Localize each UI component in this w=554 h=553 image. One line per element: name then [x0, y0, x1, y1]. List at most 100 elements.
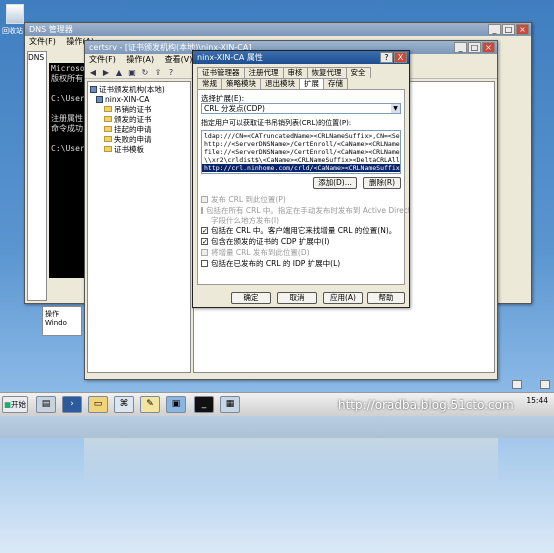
- tab-exit-module[interactable]: 退出模块: [260, 78, 300, 89]
- checkbox-checked-icon[interactable]: ✓: [201, 227, 208, 235]
- certsrv-tree-pane[interactable]: 证书颁发机构(本地) ninx-XIN-CA 吊销的证书 颁发的证书 挂起的申请…: [87, 81, 191, 373]
- minimize-icon[interactable]: _: [454, 42, 467, 53]
- dialog-close-button[interactable]: X: [394, 52, 407, 63]
- certificate-icon[interactable]: ✎: [140, 396, 160, 413]
- folder-icon: [104, 146, 112, 152]
- behind-window-fragment: 操作 Windo: [42, 306, 82, 336]
- add-location-button[interactable]: 添加(D)...: [313, 177, 357, 189]
- checkbox-icon: [201, 249, 208, 256]
- powershell-icon[interactable]: ›: [62, 396, 82, 413]
- tree-folder-pending[interactable]: 挂起的申请: [90, 124, 188, 134]
- tab-audit[interactable]: 审核: [282, 67, 308, 78]
- folder-icon: [104, 126, 112, 132]
- tab-recovery-agent[interactable]: 恢复代理: [306, 67, 347, 78]
- option-checkbox-row[interactable]: ✓ 包括在 CRL 中。客户端用它来找增量 CRL 的位置(N)。: [201, 225, 401, 236]
- checkbox-checked-icon[interactable]: ✓: [201, 238, 208, 246]
- start-button[interactable]: ■开始: [2, 396, 28, 413]
- dns-title-bar[interactable]: DNS 管理器 _ □ ×: [25, 23, 531, 36]
- ok-button[interactable]: 确定: [231, 292, 271, 304]
- certsrv-icon[interactable]: ▦: [220, 396, 240, 413]
- dns-tree-root[interactable]: DNS: [28, 52, 46, 62]
- explorer-icon[interactable]: ▭: [88, 396, 108, 413]
- forward-icon[interactable]: ▶: [101, 68, 111, 77]
- maximize-icon[interactable]: □: [502, 24, 515, 35]
- remote-desktop-icon[interactable]: ▣: [166, 396, 186, 413]
- tab-storage[interactable]: 存储: [323, 78, 348, 89]
- apply-button[interactable]: 应用(A): [323, 292, 363, 304]
- tray-icon-2[interactable]: [540, 380, 550, 389]
- dns-tree-pane[interactable]: DNS: [27, 51, 47, 301]
- crl-location-item[interactable]: http://<ServerDNSName>/CertEnroll/<CaNam…: [202, 140, 400, 148]
- help-button[interactable]: ?: [380, 52, 393, 63]
- behind-text-action: 操作: [45, 310, 59, 318]
- tree-folder-issued[interactable]: 颁发的证书: [90, 114, 188, 124]
- extension-select[interactable]: CRL 分发点(CDP) ▼: [201, 103, 401, 114]
- option-label: 包含在颁发的证书的 CDP 扩展中(I): [211, 237, 330, 246]
- cancel-button[interactable]: 取消: [277, 292, 317, 304]
- checkbox-icon[interactable]: [201, 260, 208, 267]
- recycle-bin-icon[interactable]: [6, 4, 24, 24]
- menu-action[interactable]: 操作(A): [126, 55, 154, 64]
- tab-extensions[interactable]: 扩展: [299, 78, 324, 89]
- close-icon[interactable]: ×: [482, 42, 495, 53]
- clock[interactable]: 15:44: [526, 396, 548, 405]
- option-label: 包括在 CRL 中。客户端用它来找增量 CRL 的位置(N)。: [211, 226, 397, 235]
- ca-properties-dialog[interactable]: ninx-XIN-CA 属性 ? X 证书管理器 注册代理 审核 恢复代理 安全…: [192, 50, 410, 308]
- tree-folder-revoked[interactable]: 吊销的证书: [90, 104, 188, 114]
- dialog-title: ninx-XIN-CA 属性: [197, 53, 263, 62]
- tree-ca[interactable]: ninx-XIN-CA: [90, 94, 188, 104]
- tab-cert-manager[interactable]: 证书管理器: [197, 67, 245, 78]
- help-dialog-button[interactable]: 帮助: [367, 292, 405, 304]
- tab-security[interactable]: 安全: [345, 67, 371, 78]
- up-folder-icon[interactable]: ▲: [114, 68, 124, 77]
- folder-icon: [104, 136, 112, 142]
- crl-location-item[interactable]: \\xr2\crldist$\<CaName><CRLNameSuffix><D…: [202, 156, 400, 164]
- properties-icon[interactable]: ▣: [127, 68, 137, 77]
- tree-root[interactable]: 证书颁发机构(本地): [90, 84, 188, 94]
- export-icon[interactable]: ⇪: [153, 68, 163, 77]
- remove-location-button[interactable]: 删除(R): [363, 177, 401, 189]
- tab-enroll-agent[interactable]: 注册代理: [243, 67, 284, 78]
- menu-file[interactable]: 文件(F): [89, 55, 116, 64]
- menu-view[interactable]: 查看(V): [165, 55, 193, 64]
- crl-location-item[interactable]: file://<ServerDNSName>/CertEnroll/<CaNam…: [202, 148, 400, 156]
- cmd-icon[interactable]: _: [194, 396, 214, 413]
- tab-general[interactable]: 常规: [197, 78, 222, 89]
- watermark: http://oradba.blog.51cto.com: [338, 398, 514, 412]
- option-checkbox-row[interactable]: ✓ 包含在颁发的证书的 CDP 扩展中(I): [201, 236, 401, 247]
- reflection: [0, 416, 554, 553]
- folder-icon: [104, 116, 112, 122]
- crl-location-item[interactable]: http://crl.ninhome.com/crld/<CaName><CRL…: [202, 164, 400, 172]
- tabs-row-1: 证书管理器 注册代理 审核 恢复代理 安全: [197, 67, 405, 78]
- option-label: 发布 CRL 到此位置(P): [211, 195, 286, 204]
- option-label: 包括在已发布的 CRL 的 IDP 扩展中(L): [211, 259, 341, 268]
- tab-policy-module[interactable]: 策略模块: [221, 78, 261, 89]
- maximize-icon[interactable]: □: [468, 42, 481, 53]
- refresh-icon[interactable]: ↻: [140, 68, 150, 77]
- checkbox-icon: [201, 196, 208, 203]
- tree-folder-failed[interactable]: 失败的申请: [90, 134, 188, 144]
- crl-options: 发布 CRL 到此位置(P) 包括在所有 CRL 中。指定在手动发布时发布到 Ac…: [201, 194, 409, 269]
- chevron-down-icon[interactable]: ▼: [391, 104, 400, 113]
- network-icon[interactable]: ⌘: [114, 396, 134, 413]
- crl-location-item[interactable]: ldap:///CN=<CATruncatedName><CRLNameSuff…: [202, 132, 400, 140]
- back-icon[interactable]: ◀: [88, 68, 98, 77]
- recycle-bin-label: 回收站: [2, 27, 23, 35]
- option-checkbox-row: 字段什么地方发布(I): [201, 216, 401, 225]
- crl-location-list[interactable]: ldap:///CN=<CATruncatedName><CRLNameSuff…: [201, 130, 401, 174]
- option-checkbox-row[interactable]: 包括在已发布的 CRL 的 IDP 扩展中(L): [201, 258, 401, 269]
- checkbox-icon: [201, 207, 203, 214]
- close-icon[interactable]: ×: [516, 24, 529, 35]
- dialog-title-bar[interactable]: ninx-XIN-CA 属性 ? X: [193, 51, 409, 64]
- minimize-icon[interactable]: _: [488, 24, 501, 35]
- location-list-label: 指定用户可以获取证书吊销列表(CRL)的位置(P):: [201, 119, 352, 127]
- windows-logo-icon: ■: [3, 400, 12, 409]
- menu-file[interactable]: 文件(F): [29, 37, 56, 46]
- tree-folder-templates[interactable]: 证书模板: [90, 144, 188, 154]
- tray-icon[interactable]: [512, 380, 522, 389]
- reflection-window: [84, 438, 498, 488]
- select-extension-label: 选择扩展(E):: [201, 94, 245, 103]
- server-icon: [90, 85, 97, 93]
- help-icon[interactable]: ?: [166, 68, 176, 77]
- server-manager-icon[interactable]: ▤: [36, 396, 56, 413]
